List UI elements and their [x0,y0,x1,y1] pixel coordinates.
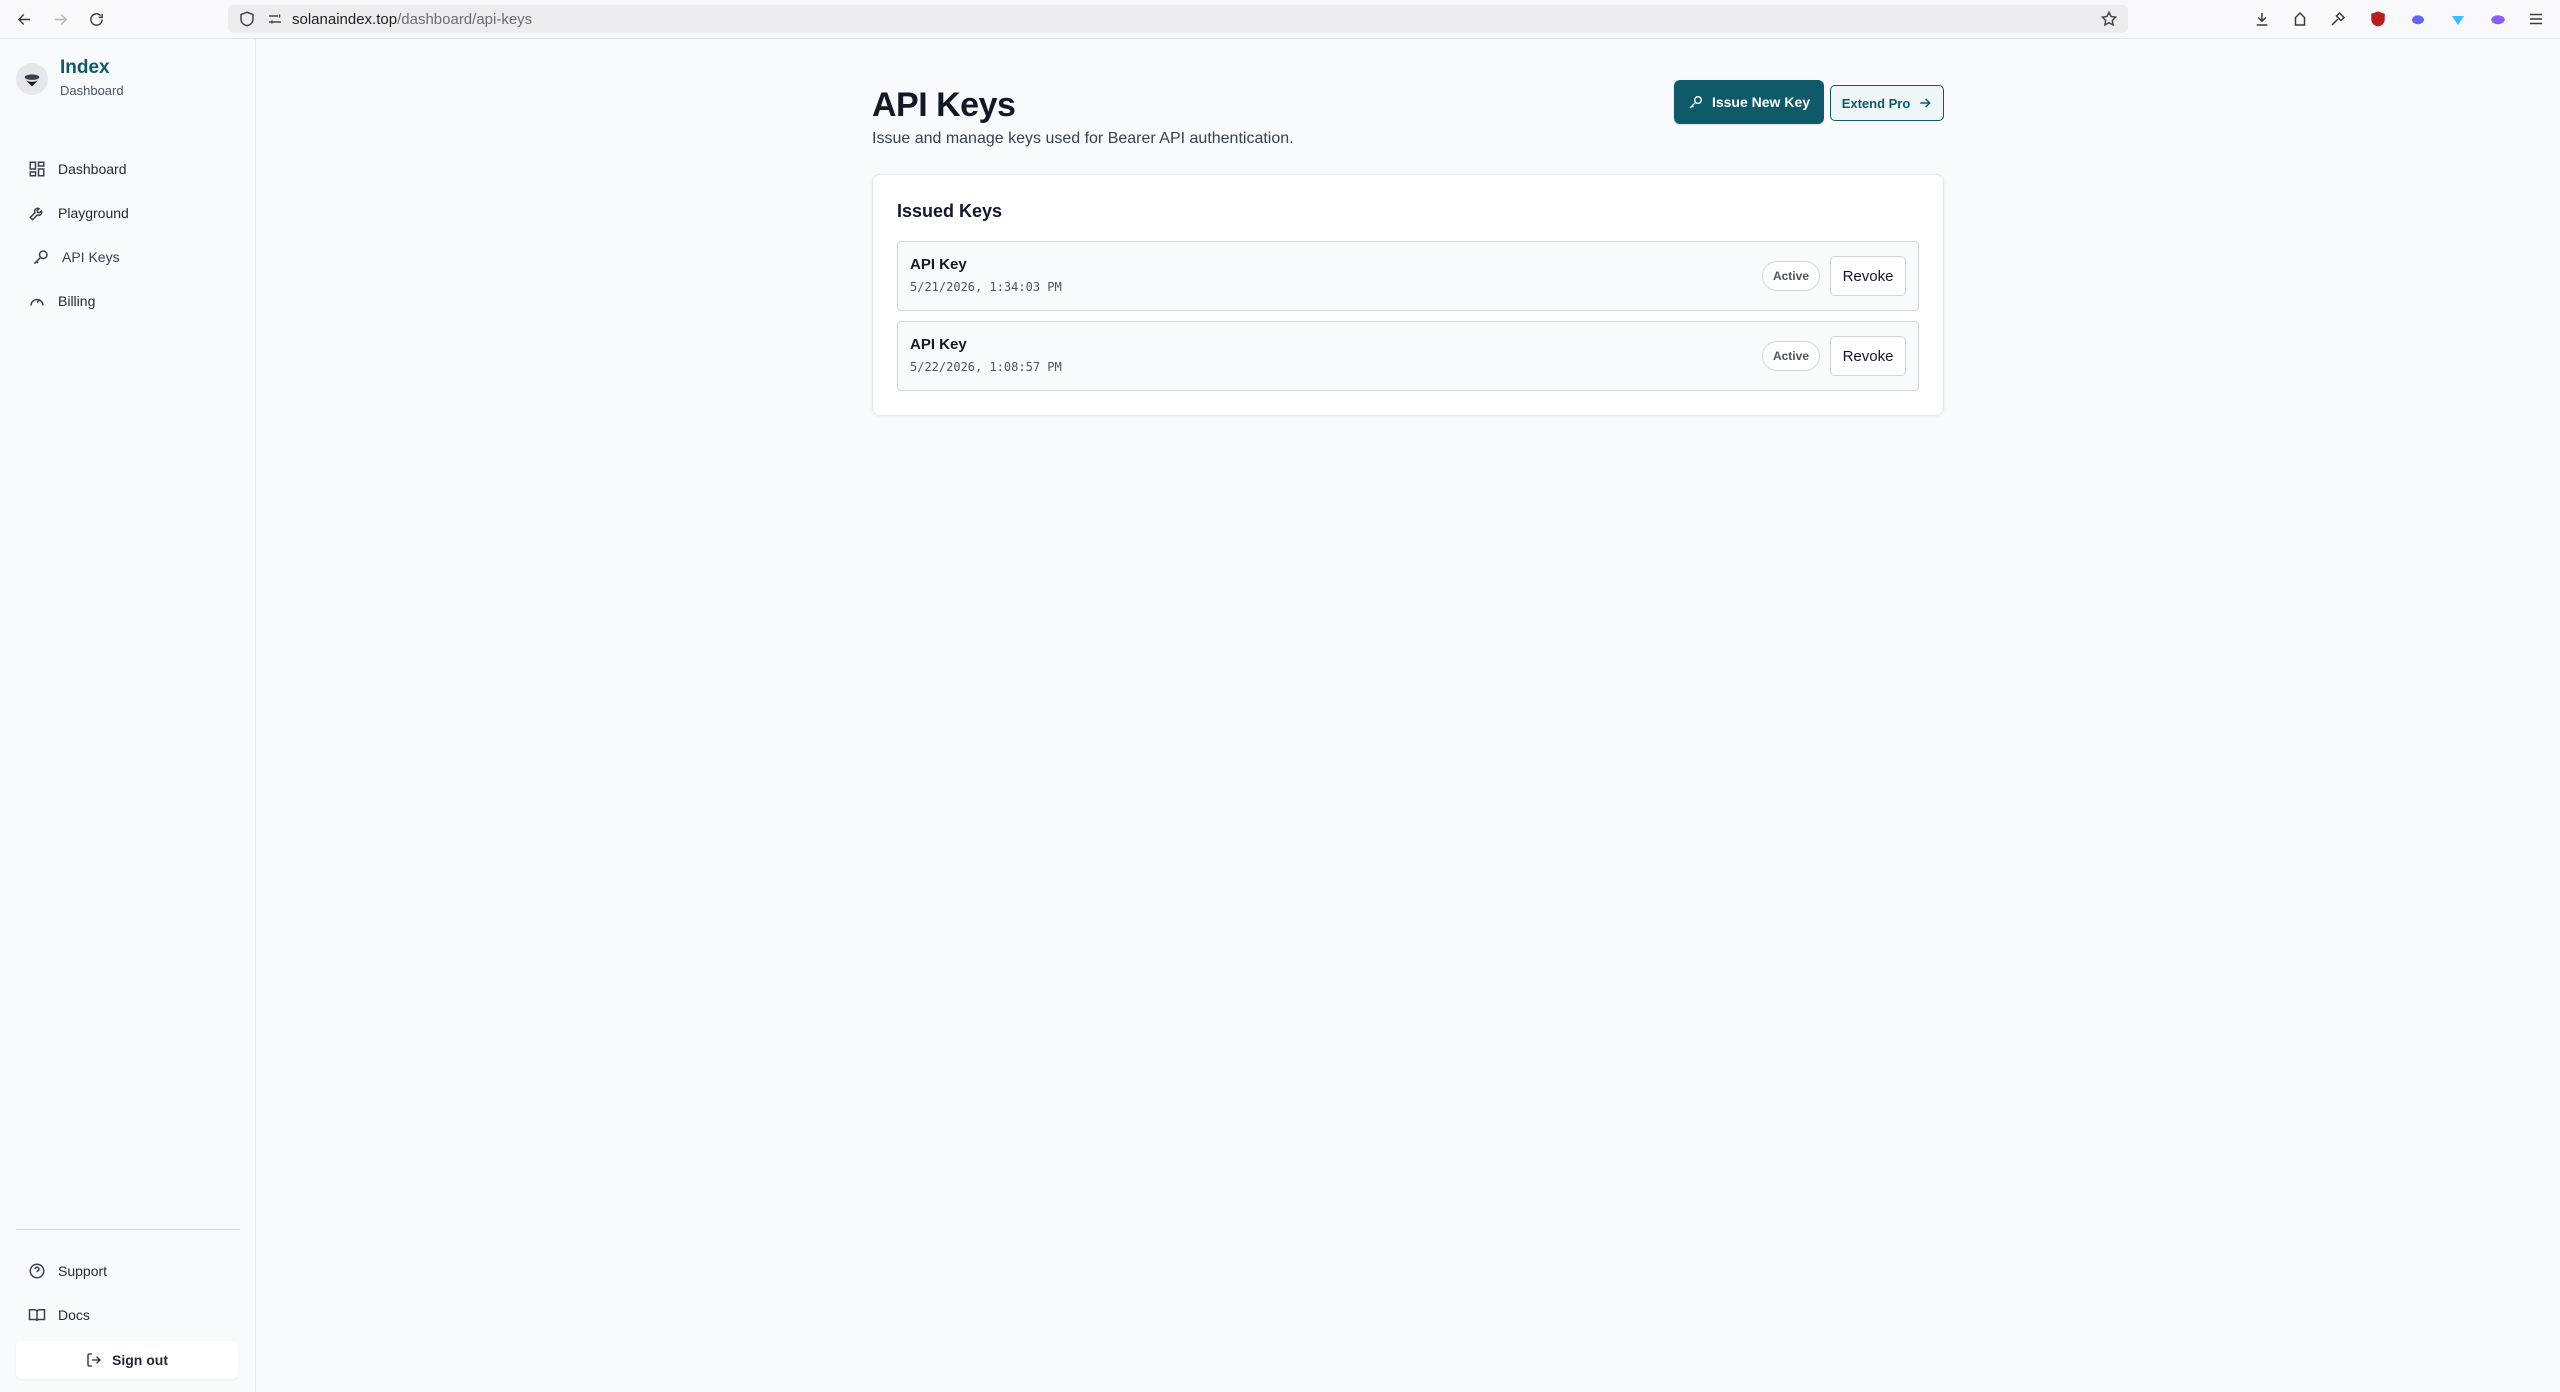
revoke-button[interactable]: Revoke [1830,256,1906,296]
permissions-icon[interactable] [266,10,284,28]
issued-keys-card: Issued Keys API Key 5/21/2026, 1:34:03 P… [872,174,1944,416]
sidebar-item-label: API Keys [62,249,120,265]
forward-button[interactable] [48,7,72,31]
page-title: API Keys [872,86,1016,124]
address-bar[interactable]: solanaindex.top/dashboard/api-keys [228,5,2128,33]
bookmark-star-icon[interactable] [2100,10,2118,28]
extension-wifi-icon[interactable] [2448,9,2468,29]
url-text: solanaindex.top/dashboard/api-keys [292,11,533,28]
status-badge: Active [1761,261,1820,291]
toolbar-tool-icon[interactable] [2328,9,2348,29]
extend-pro-label: Extend Pro [1841,95,1911,111]
list-item: API Key 5/22/2026, 1:08:57 PM Active Rev… [897,321,1919,391]
key-created-date: 5/22/2026, 1:08:57 PM [910,360,1062,374]
sidebar-item-label: Dashboard [58,161,127,177]
sign-out-label: Sign out [112,1352,168,1368]
arrow-right-icon [1918,96,1932,110]
browser-toolbar: solanaindex.top/dashboard/api-keys [0,0,2560,39]
sidebar-item-docs[interactable]: Docs [16,1297,240,1333]
sidebar-item-dashboard[interactable]: Dashboard [16,151,240,187]
help-circle-icon [28,1262,46,1280]
sidebar-divider [16,1229,240,1230]
reload-button[interactable] [84,7,108,31]
key-icon [1688,94,1704,110]
extension-bird-icon[interactable] [2408,9,2428,29]
sidebar-item-support[interactable]: Support [16,1253,240,1289]
key-name: API Key [910,256,967,273]
key-icon [32,248,50,266]
ublock-extension-icon[interactable] [2368,9,2388,29]
extension-cloud-icon[interactable] [2488,9,2508,29]
menu-icon[interactable] [2526,9,2546,29]
sidebar-item-label: Docs [58,1307,90,1323]
card-title: Issued Keys [897,201,1003,221]
sign-out-button[interactable]: Sign out [16,1341,238,1379]
page-subtitle: Issue and manage keys used for Bearer AP… [872,130,1294,147]
status-badge: Active [1761,341,1820,371]
sidebar-item-api-keys[interactable]: API Keys [16,239,240,275]
issue-new-key-button[interactable]: Issue New Key [1674,80,1824,124]
extend-pro-button[interactable]: Extend Pro [1830,85,1944,121]
issue-new-key-label: Issue New Key [1711,94,1811,110]
sidebar-item-label: Playground [58,205,129,221]
gauge-icon [28,292,46,310]
revoke-button[interactable]: Revoke [1830,336,1906,376]
sidebar-item-playground[interactable]: Playground [16,195,240,231]
sidebar-item-label: Support [58,1263,108,1279]
shield-icon[interactable] [238,10,256,28]
back-button[interactable] [12,7,36,31]
logo-icon [16,63,48,95]
extensions-icon[interactable] [2290,9,2310,29]
log-out-icon [86,1352,102,1368]
downloads-icon[interactable] [2252,9,2272,29]
sidebar: Index Dashboard Dashboard Playground API… [0,39,256,1392]
key-created-date: 5/21/2026, 1:34:03 PM [910,280,1062,294]
wrench-icon [28,204,46,222]
book-icon [28,1306,46,1324]
brand-subtitle: Dashboard [60,83,124,98]
sidebar-item-billing[interactable]: Billing [16,283,240,319]
list-item: API Key 5/21/2026, 1:34:03 PM Active Rev… [897,241,1919,311]
grid-icon [28,160,46,178]
brand-title[interactable]: Index [60,57,110,79]
sidebar-item-label: Billing [58,293,96,309]
key-name: API Key [910,336,967,353]
